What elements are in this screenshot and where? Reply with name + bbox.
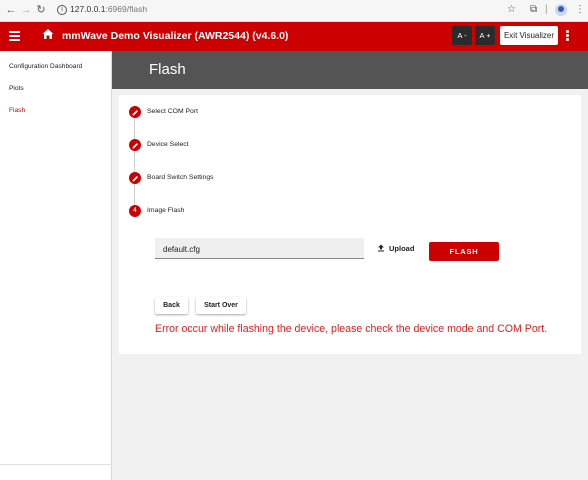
step-connector — [134, 183, 135, 206]
flash-button[interactable]: FLASH — [429, 242, 499, 261]
sidebar-item-configuration-dashboard[interactable]: Configuration Dashboard — [9, 63, 82, 70]
step-2-label[interactable]: Device Select — [147, 141, 189, 148]
app-title: mmWave Demo Visualizer (AWR2544) (v4.6.0… — [62, 30, 289, 42]
reload-icon[interactable]: ↻ — [34, 3, 48, 17]
url-host: 127.0.0.1 — [70, 4, 106, 14]
step-1-edit-icon[interactable] — [129, 106, 141, 118]
browser-toolbar: ← → ↻ i 127.0.0.1:6969/flash ☆ ⧉ | ⋮ — [0, 0, 588, 22]
upload-icon — [378, 244, 384, 252]
start-over-button[interactable]: Start Over — [196, 297, 246, 314]
flash-error-message: Error occur while flashing the device, p… — [155, 323, 548, 335]
page-title: Flash — [149, 61, 186, 78]
step-1-label[interactable]: Select COM Port — [147, 108, 198, 115]
step-4-number: 4 — [129, 205, 141, 217]
step-3-edit-icon[interactable] — [129, 172, 141, 184]
config-file-input[interactable]: default.cfg — [155, 238, 364, 259]
upload-button[interactable]: Upload — [377, 244, 414, 256]
step-4-label: Image Flash — [147, 207, 185, 214]
extensions-icon[interactable]: ⧉ — [530, 3, 537, 17]
font-increase-button[interactable]: A + — [475, 26, 495, 45]
sidebar: Configuration Dashboard Plots Flash — [0, 51, 112, 480]
hamburger-menu-icon[interactable] — [9, 31, 20, 41]
step-3-label[interactable]: Board Switch Settings — [147, 174, 214, 181]
toolbar-separator: | — [545, 4, 548, 15]
app-menu-icon[interactable] — [566, 30, 570, 42]
sidebar-divider — [0, 464, 112, 465]
url-path: :6969/flash — [105, 4, 148, 14]
address-bar[interactable]: 127.0.0.1:6969/flash — [70, 4, 147, 14]
forward-arrow-icon[interactable]: → — [19, 3, 33, 17]
step-connector — [134, 150, 135, 173]
bookmark-star-icon[interactable]: ☆ — [507, 3, 516, 17]
config-file-value: default.cfg — [163, 245, 200, 254]
sidebar-item-plots[interactable]: Plots — [9, 85, 24, 92]
back-button[interactable]: Back — [155, 297, 188, 314]
profile-avatar-icon[interactable] — [555, 4, 567, 16]
sidebar-item-flash[interactable]: Flash — [9, 107, 25, 114]
back-arrow-icon[interactable]: ← — [4, 3, 18, 17]
app-header: mmWave Demo Visualizer (AWR2544) (v4.6.0… — [0, 22, 588, 51]
flash-stepper-card — [119, 95, 581, 354]
upload-label: Upload — [389, 244, 415, 253]
page-title-bar: Flash — [112, 51, 588, 89]
exit-visualizer-button[interactable]: Exit Visualizer — [500, 26, 558, 45]
step-2-edit-icon[interactable] — [129, 139, 141, 151]
site-info-icon[interactable]: i — [57, 5, 67, 15]
step-connector — [134, 117, 135, 140]
home-icon[interactable] — [42, 28, 54, 40]
font-decrease-button[interactable]: A - — [452, 26, 472, 45]
browser-menu-icon[interactable]: ⋮ — [575, 3, 585, 17]
